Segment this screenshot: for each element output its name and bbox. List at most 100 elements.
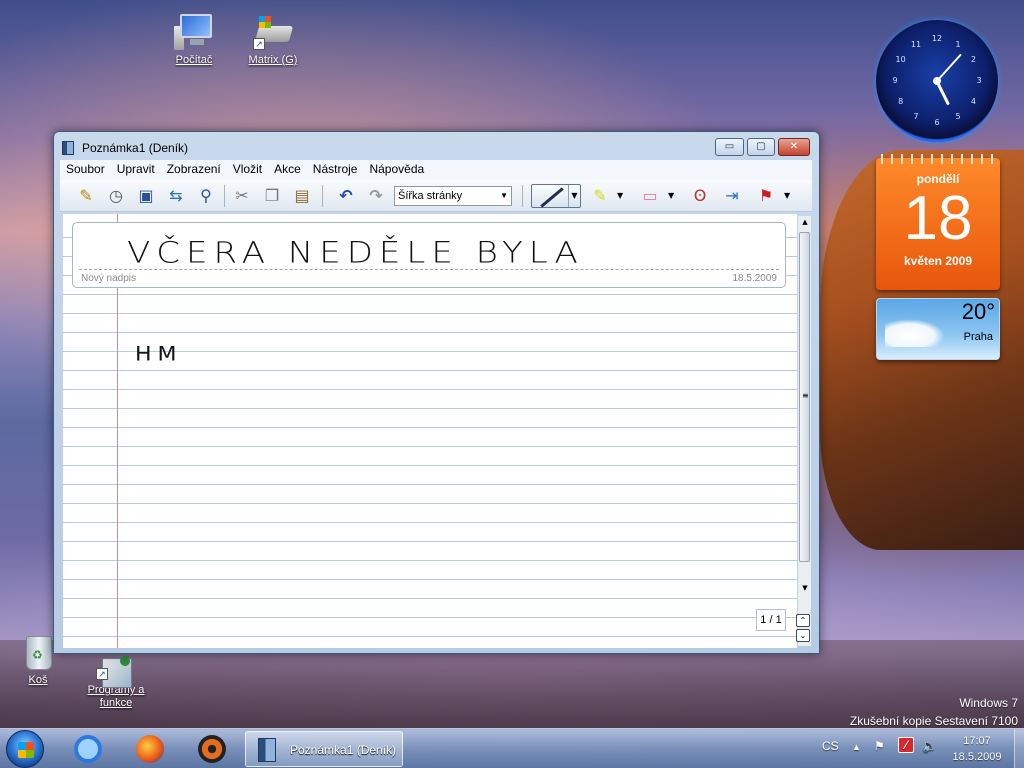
- clock-number: 7: [913, 112, 919, 122]
- taskbar-clock-date: 18.5.2009: [952, 751, 1002, 763]
- desktop-icon-label: Matrix (G): [248, 54, 298, 66]
- clock-number: 12: [931, 34, 943, 43]
- pen-icon: [540, 187, 564, 208]
- windows-watermark: Windows 7 Zkušební kopie Sestavení 7100: [850, 694, 1018, 730]
- journal-app-icon: [258, 738, 276, 762]
- taskbar-item-journal[interactable]: Poznámka1 (Deník): [245, 731, 403, 767]
- desktop-icon-label: Počítač: [175, 54, 213, 66]
- window-title: Poznámka1 (Deník): [82, 141, 189, 155]
- note-title-area[interactable]: VČERA NEDĚLE BYLA Nový nadpis 18.5.2009: [72, 222, 786, 288]
- antivirus-icon[interactable]: ⁄: [898, 737, 914, 753]
- note-page[interactable]: VČERA NEDĚLE BYLA Nový nadpis 18.5.2009 …: [63, 214, 797, 648]
- menu-napoveda[interactable]: Nápověda: [363, 160, 430, 178]
- eraser-icon[interactable]: ▭: [638, 185, 662, 207]
- desktop-icon-matrix-drive[interactable]: ↗ Matrix (G): [235, 12, 311, 67]
- clock-number: 10: [895, 55, 906, 64]
- start-button[interactable]: [6, 730, 44, 768]
- journal-app-icon[interactable]: [62, 141, 74, 155]
- drive-icon: ↗: [253, 12, 294, 52]
- menu-bar: Soubor Upravit Zobrazení Vložit Akce Nástroje…: [60, 160, 812, 180]
- watermark-line1: Windows 7: [959, 696, 1018, 710]
- redo-icon[interactable]: ↷: [364, 185, 388, 207]
- flag-icon[interactable]: ⚑: [754, 185, 778, 207]
- page-indicator: 1 / 1: [756, 609, 786, 631]
- lasso-icon[interactable]: ʘ: [688, 185, 712, 207]
- taskbar-internet-explorer[interactable]: [62, 731, 114, 767]
- menu-vlozit[interactable]: Vložit: [227, 160, 268, 178]
- taskbar-item-label: Poznámka1 (Deník): [290, 743, 397, 757]
- note-title-ink: VČERA NEDĚLE BYLA: [127, 236, 584, 270]
- highlighter-icon[interactable]: ✎: [588, 185, 612, 207]
- save-icon[interactable]: ▣: [134, 185, 158, 207]
- cloud-icon: [885, 319, 945, 347]
- note-title-placeholder: Nový nadpis: [81, 273, 137, 284]
- computer-icon: [174, 12, 214, 52]
- send-icon[interactable]: ⇆: [164, 185, 188, 207]
- weather-gadget[interactable]: 20° Praha: [876, 298, 1000, 360]
- pen-button[interactable]: ▼: [531, 184, 581, 208]
- calendar-month: květen 2009: [903, 254, 973, 268]
- cut-icon[interactable]: ✂: [230, 185, 254, 207]
- show-desktop-button[interactable]: [1014, 729, 1024, 768]
- title-bar[interactable]: Poznámka1 (Deník) ▭ ▢ ✕: [54, 132, 819, 160]
- clock-number: 9: [892, 76, 898, 85]
- next-page-icon[interactable]: ⌄: [796, 629, 810, 642]
- find-icon[interactable]: ⚲: [194, 185, 218, 207]
- volume-icon[interactable]: 🔈: [922, 739, 937, 753]
- clock-number: 2: [970, 55, 976, 64]
- previous-page-icon[interactable]: ⌃: [796, 614, 810, 627]
- copy-icon[interactable]: ❐: [260, 185, 284, 207]
- language-indicator[interactable]: CS: [822, 739, 839, 753]
- new-page-icon[interactable]: ◷: [104, 185, 128, 207]
- show-hidden-icons-icon[interactable]: ▲: [852, 742, 861, 752]
- note-date: 18.5.2009: [732, 273, 778, 284]
- minimize-button[interactable]: ▭: [715, 138, 744, 156]
- chevron-down-icon[interactable]: ▼: [784, 185, 790, 207]
- taskbar-firefox[interactable]: [124, 731, 176, 767]
- paste-icon[interactable]: ▤: [290, 185, 314, 207]
- clock-number: 5: [955, 112, 961, 122]
- zoom-select[interactable]: Šířka stránky ▼: [394, 186, 512, 206]
- menu-upravit[interactable]: Upravit: [111, 160, 161, 178]
- scroll-thumb[interactable]: ≡: [799, 232, 810, 562]
- maximize-button[interactable]: ▢: [747, 138, 775, 156]
- clock-number: 1: [955, 39, 961, 49]
- scroll-down-icon[interactable]: ▼: [798, 582, 812, 594]
- undo-icon[interactable]: ↶: [334, 185, 358, 207]
- desktop-icon-label: Koš: [28, 674, 48, 686]
- menu-nastroje[interactable]: Nástroje: [307, 160, 364, 178]
- taskbar-media-app[interactable]: [186, 731, 238, 767]
- scroll-up-icon[interactable]: ▲: [798, 216, 812, 228]
- calendar-day-number: 18: [903, 184, 973, 253]
- taskbar: Poznámka1 (Deník) CS ▲ ⚑ ⁄ 🔈 17:07 18.5.…: [0, 728, 1024, 768]
- chevron-down-icon[interactable]: ▼: [568, 185, 580, 207]
- calendar-rings: [876, 154, 1000, 164]
- clock-number: 4: [970, 97, 976, 106]
- desktop-icon-programs[interactable]: ↗ Programy a funkce: [78, 652, 154, 710]
- chevron-down-icon[interactable]: ▼: [668, 185, 674, 207]
- recycle-bin-icon: ♻: [18, 632, 58, 672]
- firefox-icon: [136, 735, 164, 763]
- clock-number: 8: [898, 97, 904, 106]
- journal-window[interactable]: Poznámka1 (Deník) ▭ ▢ ✕ Soubor Upravit Zob…: [53, 131, 820, 654]
- insert-space-icon[interactable]: ⇥: [720, 185, 744, 207]
- new-note-icon[interactable]: ✎: [74, 185, 98, 207]
- menu-zobrazeni[interactable]: Zobrazení: [161, 160, 227, 178]
- internet-explorer-icon: [74, 735, 102, 763]
- close-button[interactable]: ✕: [778, 138, 810, 156]
- note-body-ink: HM: [135, 343, 183, 366]
- vertical-scrollbar[interactable]: ▲ ≡ ▼: [797, 216, 811, 646]
- zoom-select-value: Šířka stránky: [398, 190, 463, 202]
- clock-gadget[interactable]: 12 1 2 3 4 5 6 7 8 9 10 11: [876, 20, 998, 142]
- menu-soubor[interactable]: Soubor: [60, 160, 111, 178]
- calendar-gadget[interactable]: pondělí 18 květen 2009: [876, 154, 1000, 290]
- action-center-flag-icon[interactable]: ⚑: [874, 739, 885, 753]
- title-divider: [79, 269, 779, 270]
- menu-akce[interactable]: Akce: [268, 160, 307, 178]
- toolbar-separator: [322, 185, 323, 207]
- taskbar-clock[interactable]: 17:07 18.5.2009: [944, 733, 1010, 765]
- weather-city: Praha: [963, 331, 993, 343]
- desktop-icon-computer[interactable]: Počítač: [156, 12, 232, 67]
- chevron-down-icon[interactable]: ▼: [617, 185, 623, 207]
- clock-number: 11: [910, 39, 922, 49]
